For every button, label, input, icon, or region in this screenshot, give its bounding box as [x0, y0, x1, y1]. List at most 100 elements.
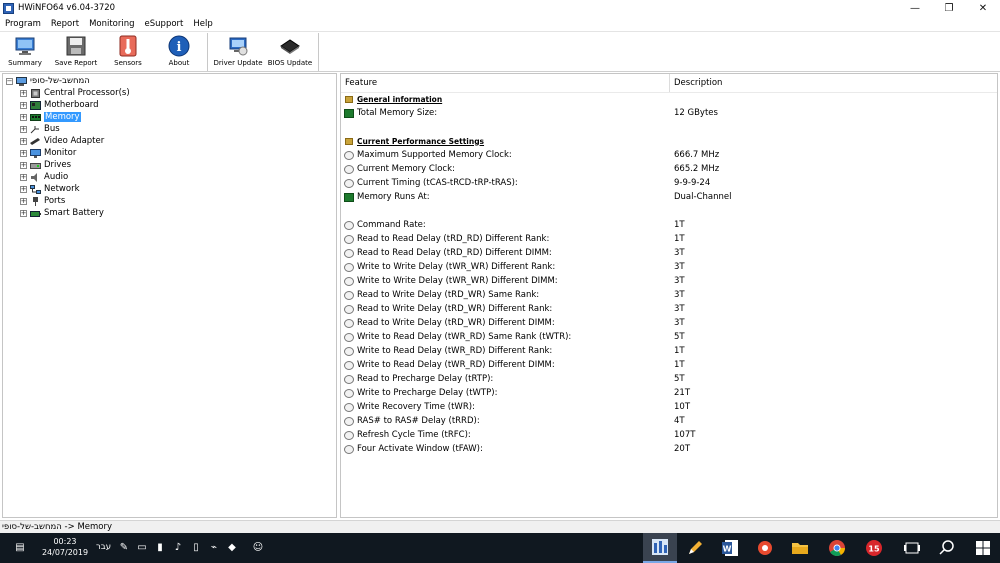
- expand-icon[interactable]: +: [20, 161, 27, 169]
- driver-update-button[interactable]: Driver Update: [211, 32, 265, 72]
- detail-row[interactable]: Read to Read Delay (tRD_RD) Different Ra…: [344, 233, 549, 245]
- network-icon: [30, 184, 41, 194]
- expand-icon[interactable]: +: [20, 185, 27, 193]
- clock-icon: [344, 276, 354, 286]
- clock-icon: [344, 416, 354, 426]
- expand-icon[interactable]: +: [20, 101, 27, 109]
- volume-icon[interactable]: ♪: [172, 542, 184, 554]
- taskbar-clock[interactable]: 00:23 24/07/2019: [40, 536, 90, 558]
- tree-item-memory[interactable]: + Memory: [20, 111, 81, 123]
- battery-icon: [30, 210, 41, 217]
- detail-row[interactable]: Command Rate:: [344, 219, 426, 231]
- expand-icon[interactable]: +: [20, 113, 27, 121]
- detail-row[interactable]: Write Recovery Time (tWR):: [344, 401, 475, 413]
- expand-icon[interactable]: +: [20, 125, 27, 133]
- detail-row[interactable]: Refresh Cycle Time (tRFC):: [344, 429, 471, 441]
- summary-button[interactable]: Summary: [0, 32, 50, 72]
- detail-row[interactable]: Write to Read Delay (tWR_RD) Different D…: [344, 359, 555, 371]
- menu-program[interactable]: Program: [0, 19, 46, 29]
- feature-label: Write to Write Delay (tWR_WR) Different …: [357, 276, 558, 286]
- menu-esupport[interactable]: eSupport: [140, 19, 189, 29]
- minimize-button[interactable]: —: [898, 0, 932, 16]
- detail-row[interactable]: Write to Precharge Delay (tWTP):: [344, 387, 497, 399]
- battery-icon[interactable]: ▮: [154, 542, 166, 554]
- detail-row[interactable]: Memory Runs At:: [344, 191, 430, 203]
- tree-item-motherboard[interactable]: + Motherboard: [20, 99, 99, 111]
- detail-row[interactable]: Current Memory Clock:: [344, 163, 455, 175]
- expand-icon[interactable]: +: [20, 197, 27, 205]
- tree-item-smart-battery[interactable]: + Smart Battery: [20, 207, 104, 219]
- pen-icon[interactable]: ✎: [118, 542, 130, 554]
- taskbar-app-word[interactable]: W: [713, 533, 747, 563]
- detail-row[interactable]: Total Memory Size:: [344, 107, 437, 119]
- expand-icon[interactable]: +: [20, 89, 27, 97]
- detail-row[interactable]: Read to Write Delay (tRD_WR) Different R…: [344, 303, 552, 315]
- section-row[interactable]: Current Performance Settings: [344, 135, 484, 147]
- tree-root[interactable]: − המחשב-של-סופי: [6, 75, 90, 87]
- detail-row[interactable]: Maximum Supported Memory Clock:: [344, 149, 512, 161]
- save-report-button[interactable]: Save Report: [50, 32, 102, 72]
- language-indicator[interactable]: עבר: [96, 542, 111, 552]
- tree-item-ports[interactable]: + Ports: [20, 195, 65, 207]
- detail-row[interactable]: Read to Write Delay (tRD_WR) Different D…: [344, 317, 555, 329]
- detail-row[interactable]: Read to Precharge Delay (tRTP):: [344, 373, 493, 385]
- column-header-description[interactable]: Description: [674, 78, 722, 90]
- search-button[interactable]: [930, 533, 964, 563]
- taskbar-app-other[interactable]: [748, 533, 782, 563]
- expand-icon[interactable]: +: [20, 209, 27, 217]
- driver-update-icon: [229, 37, 248, 56]
- tree-item-network[interactable]: + Network: [20, 183, 80, 195]
- detail-row[interactable]: Write to Write Delay (tWR_WR) Different …: [344, 261, 555, 273]
- menu-report[interactable]: Report: [46, 19, 84, 29]
- display-icon[interactable]: ▯: [190, 542, 202, 554]
- detail-row[interactable]: Write to Write Delay (tWR_WR) Different …: [344, 275, 558, 287]
- tree-item-bus[interactable]: + Bus: [20, 123, 60, 135]
- taskbar-app-pen[interactable]: [678, 533, 712, 563]
- shield-icon[interactable]: ◆: [226, 542, 238, 554]
- taskbar-app-explorer[interactable]: [783, 533, 817, 563]
- detail-row[interactable]: Current Timing (tCAS-tRCD-tRP-tRAS):: [344, 177, 518, 189]
- menu-help[interactable]: Help: [188, 19, 217, 29]
- expand-icon[interactable]: +: [20, 137, 27, 145]
- task-view-button[interactable]: [895, 533, 929, 563]
- column-header-feature[interactable]: Feature: [345, 78, 377, 90]
- expand-icon[interactable]: +: [20, 149, 27, 157]
- taskbar-app-chrome[interactable]: [820, 533, 854, 563]
- detail-row[interactable]: Write to Read Delay (tWR_RD) Same Rank (…: [344, 331, 571, 343]
- svg-text:15: 15: [868, 545, 880, 554]
- usb-icon[interactable]: ⌁: [208, 542, 220, 554]
- menu-monitoring[interactable]: Monitoring: [84, 19, 139, 29]
- about-button[interactable]: i About: [154, 32, 204, 72]
- detail-row[interactable]: Read to Write Delay (tRD_WR) Same Rank:: [344, 289, 539, 301]
- tree-item-drives[interactable]: + Drives: [20, 159, 71, 171]
- bios-update-button[interactable]: BIOS Update: [265, 32, 315, 72]
- detail-row[interactable]: Write to Read Delay (tWR_RD) Different R…: [344, 345, 552, 357]
- tree-item-monitor[interactable]: + Monitor: [20, 147, 76, 159]
- section-row[interactable]: General information: [344, 93, 442, 105]
- feature-label: Write Recovery Time (tWR):: [357, 402, 475, 412]
- bus-icon: [30, 125, 39, 133]
- detail-row[interactable]: Four Activate Window (tFAW):: [344, 443, 483, 455]
- feature-value: 3T: [674, 248, 685, 258]
- detail-row[interactable]: RAS# to RAS# Delay (tRRD):: [344, 415, 480, 427]
- drive-icon: [30, 162, 41, 169]
- tree-item-audio[interactable]: + Audio: [20, 171, 68, 183]
- people-icon[interactable]: ☺: [252, 542, 264, 554]
- start-button[interactable]: [966, 533, 1000, 563]
- taskbar-app-hwinfo[interactable]: [643, 533, 677, 563]
- notification-icon[interactable]: ▤: [14, 542, 26, 554]
- close-button[interactable]: ✕: [966, 0, 1000, 16]
- pen-icon: [689, 541, 702, 554]
- expand-icon[interactable]: +: [20, 173, 27, 181]
- tree-item-video-adapter[interactable]: + Video Adapter: [20, 135, 104, 147]
- chip-icon: [280, 39, 300, 54]
- device-tree[interactable]: − המחשב-של-סופי + Central Processor(s) +…: [2, 73, 337, 518]
- taskbar-app-red[interactable]: 15: [857, 533, 891, 563]
- network-icon[interactable]: ▭: [136, 542, 148, 554]
- detail-row[interactable]: Read to Read Delay (tRD_RD) Different DI…: [344, 247, 552, 259]
- sensors-button[interactable]: Sensors: [102, 32, 154, 72]
- maximize-button[interactable]: ❐: [932, 0, 966, 16]
- tree-item-central-processors[interactable]: + Central Processor(s): [20, 87, 130, 99]
- collapse-icon[interactable]: −: [6, 77, 13, 85]
- column-divider[interactable]: [669, 74, 670, 92]
